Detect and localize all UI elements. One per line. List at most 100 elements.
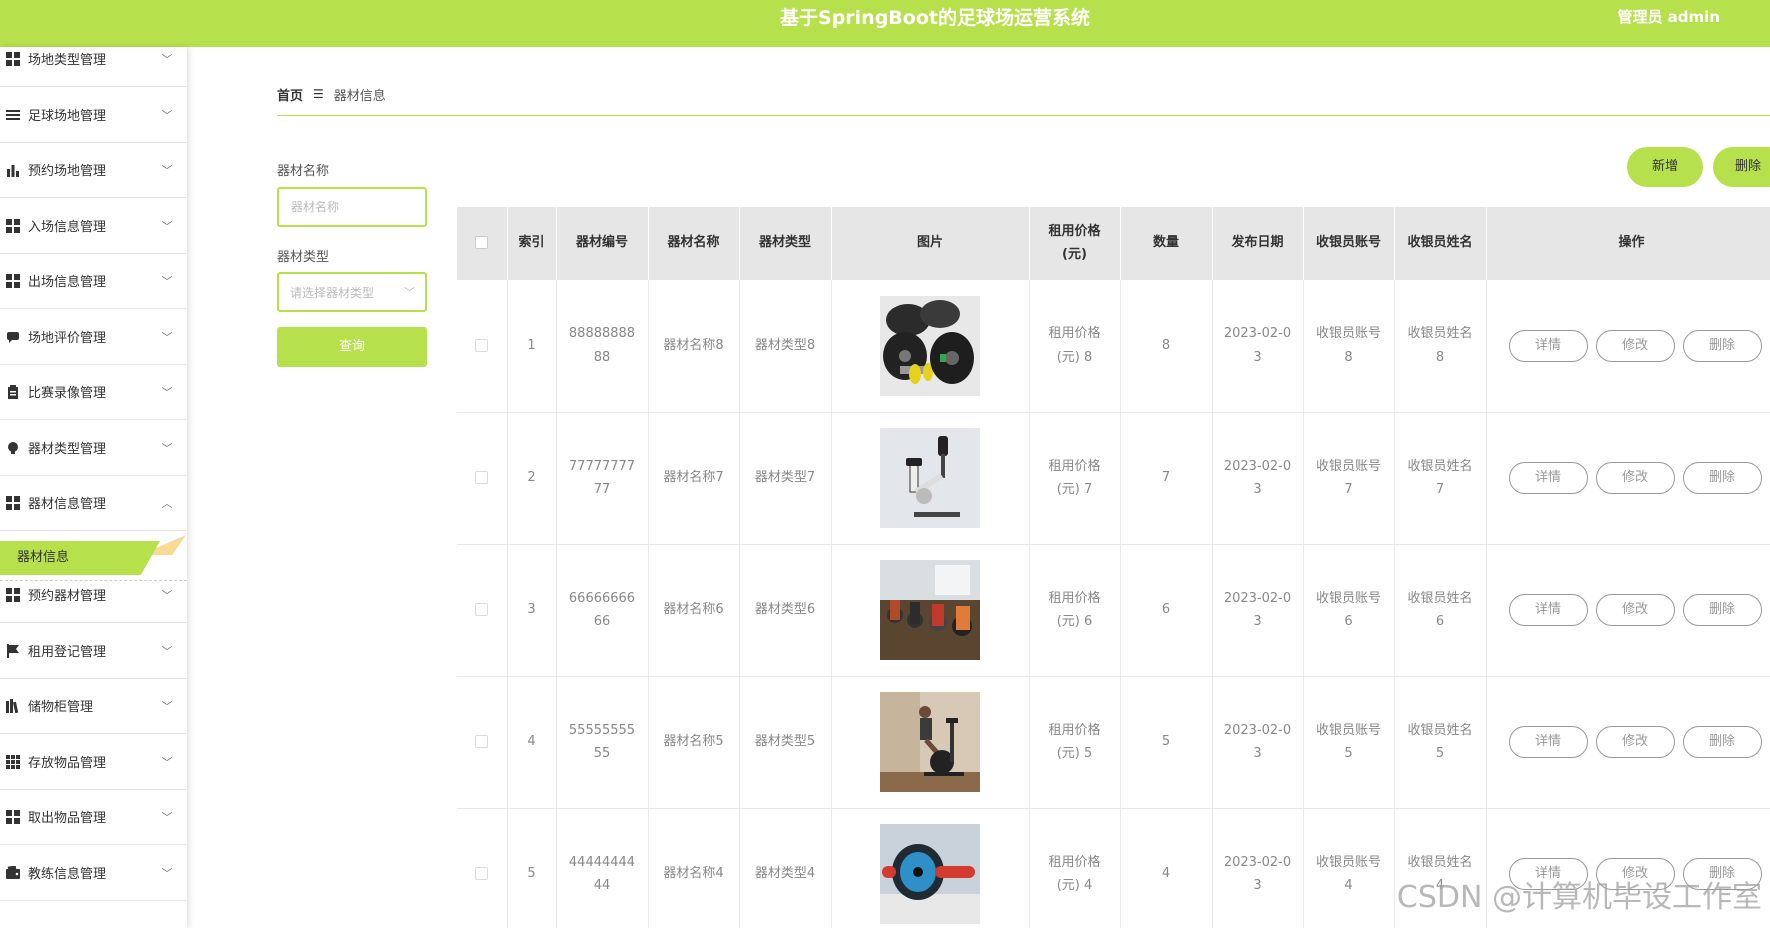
sidebar-item-8[interactable]: 器材信息管理 ︿ — [0, 475, 187, 531]
cell-name: 器材名称8 — [648, 280, 740, 413]
cell-code-line1: 88888888 — [568, 326, 636, 342]
cell-cashier-name-line2: 5 — [1435, 746, 1445, 761]
edit-button[interactable]: 修改 — [1595, 329, 1675, 362]
cell-price-line1: 租用价格 — [1048, 590, 1101, 606]
sidebar-item-13[interactable]: 取出物品管理 ﹀ — [0, 789, 187, 845]
detail-button[interactable]: 详情 — [1508, 462, 1588, 494]
equipment-image[interactable] — [880, 824, 980, 924]
chevron-down-icon: ﹀ — [161, 219, 173, 233]
sidebar-item-6[interactable]: 比赛录像管理 ﹀ — [0, 364, 187, 420]
cell-qty: 4 — [1120, 808, 1213, 928]
equipment-type-select[interactable]: 请选择器材类型 ﹀ — [277, 272, 427, 312]
sidebar-item-12[interactable]: 存放物品管理 ﹀ — [0, 734, 187, 790]
chevron-down-icon: ﹀ — [404, 286, 415, 299]
app-title: 基于SpringBoot的足球场运营系统 — [780, 7, 1090, 29]
header-code: 器材编号 — [556, 207, 649, 280]
batch-delete-button[interactable]: 删除 — [1713, 147, 1770, 187]
select-placeholder: 请选择器材类型 — [290, 285, 375, 300]
cell-cashier-account: 收银员账号 5 — [1303, 676, 1395, 809]
chevron-down-icon: ﹀ — [161, 441, 173, 455]
header-cashier-account: 收银员账号 — [1303, 207, 1395, 280]
row-select[interactable] — [457, 676, 508, 809]
cell-image — [831, 676, 1030, 809]
cell-ops: 详情 修改 删除 — [1486, 280, 1770, 413]
select-all-checkbox[interactable] — [475, 236, 489, 250]
sidebar-item-1[interactable]: 足球场地管理 ﹀ — [0, 87, 187, 143]
cell-cashier-name: 收银员姓名 4 — [1394, 808, 1487, 928]
delete-button[interactable]: 删除 — [1682, 594, 1762, 626]
edit-button[interactable]: 修改 — [1595, 726, 1675, 758]
add-button[interactable]: 新增 — [1627, 147, 1703, 187]
detail-button[interactable]: 详情 — [1508, 329, 1588, 362]
query-button[interactable]: 查询 — [277, 327, 427, 367]
sidebar-item-4[interactable]: 出场信息管理 ﹀ — [0, 253, 187, 309]
current-user[interactable]: 管理员 admin — [1617, 0, 1720, 36]
sidebar-item-7[interactable]: 器材类型管理 ﹀ — [0, 420, 187, 476]
cell-image — [831, 808, 1030, 928]
cell-date-line2: 3 — [1253, 878, 1262, 893]
row-select[interactable] — [457, 412, 508, 545]
cell-ops: 详情 修改 删除 — [1486, 808, 1770, 928]
equipment-image[interactable] — [880, 560, 980, 660]
grid-icon — [5, 809, 21, 825]
cell-cashier-account-line2: 4 — [1344, 878, 1353, 893]
cell-code-line2: 66 — [593, 614, 611, 629]
cell-date-line1: 2023-02-0 — [1223, 326, 1292, 342]
header-index: 索引 — [507, 207, 557, 280]
row-select[interactable] — [457, 544, 508, 677]
edit-button[interactable]: 修改 — [1595, 858, 1675, 890]
row-select[interactable] — [457, 280, 508, 413]
row-checkbox[interactable] — [475, 735, 489, 749]
sidebar-item-3[interactable]: 入场信息管理 ﹀ — [0, 198, 187, 254]
delete-button[interactable]: 删除 — [1682, 329, 1762, 362]
row-checkbox[interactable] — [475, 471, 489, 485]
cell-cashier-name: 收银员姓名 7 — [1394, 412, 1487, 545]
cell-cashier-name-line1: 收银员姓名 — [1407, 590, 1473, 606]
cell-price-line2: (元) 6 — [1056, 614, 1093, 629]
sidebar-item-10[interactable]: 租用登记管理 ﹀ — [0, 623, 187, 679]
cell-type: 器材类型8 — [739, 280, 832, 413]
cell-cashier-account: 收银员账号 7 — [1303, 412, 1395, 545]
cell-code-line2: 77 — [593, 482, 611, 497]
detail-button[interactable]: 详情 — [1508, 594, 1588, 626]
sidebar-item-label: 比赛录像管理 — [28, 386, 107, 401]
header-select-all[interactable] — [457, 207, 508, 280]
row-select[interactable] — [457, 808, 508, 928]
equipment-image[interactable] — [880, 692, 980, 792]
sidebar-item-label: 器材类型管理 — [28, 442, 107, 457]
sidebar-item-label: 足球场地管理 — [28, 109, 107, 124]
breadcrumb-separator-icon: ☰ — [313, 87, 324, 101]
chevron-down-icon: ﹀ — [161, 108, 173, 122]
delete-button[interactable]: 删除 — [1682, 462, 1762, 494]
cell-qty: 5 — [1120, 676, 1213, 809]
detail-button[interactable]: 详情 — [1508, 726, 1588, 758]
cell-price: 租用价格 (元) 8 — [1029, 280, 1121, 413]
header-qty: 数量 — [1120, 207, 1213, 280]
delete-button[interactable]: 删除 — [1682, 726, 1762, 758]
row-checkbox[interactable] — [475, 339, 489, 353]
edit-button[interactable]: 修改 — [1595, 462, 1675, 494]
sidebar-item-label: 储物柜管理 — [28, 700, 94, 715]
delete-button[interactable]: 删除 — [1682, 858, 1762, 890]
cell-date: 2023-02-0 3 — [1212, 544, 1304, 677]
cell-index: 1 — [507, 280, 557, 413]
table-row: 2 77777777 77 器材名称7 器材类型7 租用价格 (元) 7 7 2023-02-0… — [457, 412, 1770, 545]
cell-cashier-account-line2: 7 — [1344, 482, 1353, 497]
sidebar-item-2[interactable]: 预约场地管理 ﹀ — [0, 142, 187, 198]
header-cashier-name: 收银员姓名 — [1394, 207, 1487, 280]
equipment-name-input[interactable] — [277, 187, 427, 227]
sidebar-item-14[interactable]: 教练信息管理 ﹀ — [0, 845, 187, 901]
detail-button[interactable]: 详情 — [1508, 858, 1588, 890]
sidebar-item-9[interactable]: 预约器材管理 ﹀ — [0, 567, 187, 623]
sidebar-item-label: 场地类型管理 — [28, 53, 107, 68]
equipment-image[interactable] — [880, 428, 980, 528]
sidebar-item-0[interactable]: 场地类型管理 ﹀ — [0, 47, 187, 87]
row-checkbox[interactable] — [475, 867, 489, 881]
breadcrumb-home[interactable]: 首页 — [277, 85, 303, 104]
sidebar-item-11[interactable]: 储物柜管理 ﹀ — [0, 678, 187, 734]
sidebar-item-5[interactable]: 场地评价管理 ﹀ — [0, 309, 187, 365]
equipment-image[interactable] — [880, 295, 980, 396]
edit-button[interactable]: 修改 — [1595, 594, 1675, 626]
chevron-down-icon: ﹀ — [161, 163, 173, 177]
row-checkbox[interactable] — [475, 603, 489, 617]
